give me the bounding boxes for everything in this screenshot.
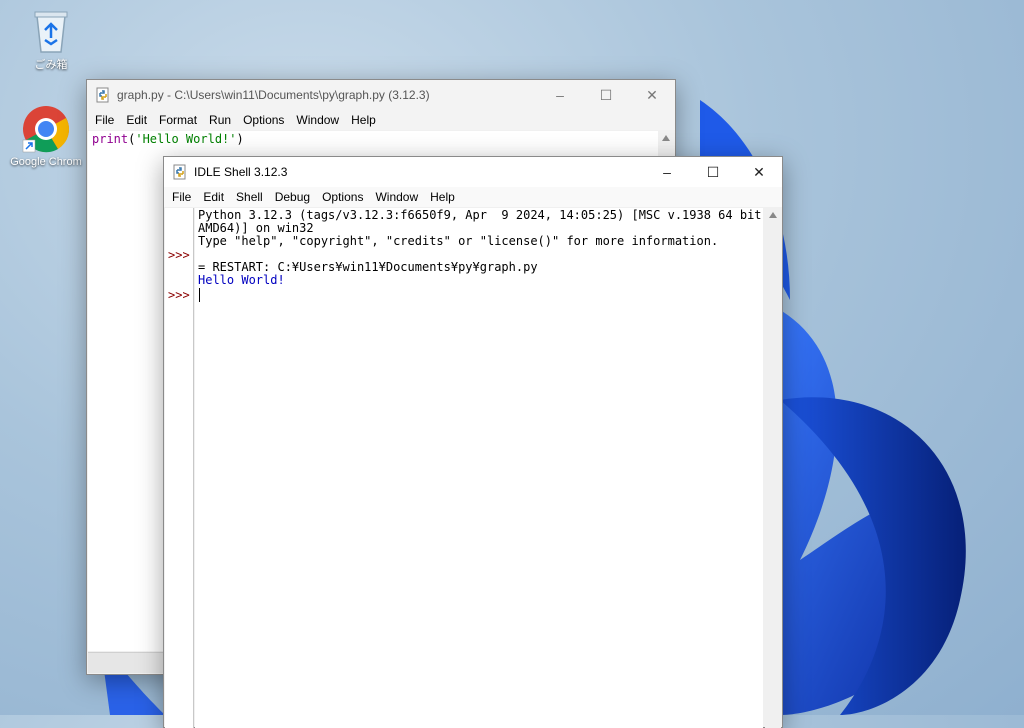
text-cursor	[199, 288, 200, 302]
recycle-bin-icon	[34, 11, 68, 53]
recycle-bin-label: ごみ箱	[34, 59, 68, 71]
scroll-up-icon[interactable]	[662, 135, 670, 141]
shell-output[interactable]: Python 3.12.3 (tags/v3.12.3:f6650f9, Apr…	[195, 208, 776, 728]
menu-window[interactable]: Window	[369, 187, 424, 207]
shell-window[interactable]: IDLE Shell 3.12.3 – ☐ ✕ File Edit Shell …	[163, 156, 783, 728]
shell-output-line: Hello World!	[198, 273, 285, 287]
code-keyword: print	[92, 132, 129, 146]
prompt-marker: >>>	[168, 248, 190, 262]
menu-options[interactable]: Options	[316, 187, 369, 207]
scroll-up-icon[interactable]	[769, 212, 777, 218]
menu-run[interactable]: Run	[203, 110, 237, 130]
code-line: print('Hello World!')	[92, 132, 244, 146]
menu-file[interactable]: File	[89, 110, 120, 130]
menu-shell[interactable]: Shell	[230, 187, 269, 207]
shell-titlebar[interactable]: IDLE Shell 3.12.3 – ☐ ✕	[164, 157, 782, 187]
menu-edit[interactable]: Edit	[120, 110, 153, 130]
shell-line: Type "help", "copyright", "credits" or "…	[198, 234, 719, 248]
shell-title: IDLE Shell 3.12.3	[194, 165, 288, 179]
shell-menubar: File Edit Shell Debug Options Window Hel…	[164, 187, 782, 207]
code-paren-close: )	[236, 132, 244, 146]
editor-titlebar[interactable]: graph.py - C:\Users\win11\Documents\py\g…	[87, 80, 675, 110]
minimize-button[interactable]: –	[644, 157, 690, 187]
chrome-icon	[22, 106, 70, 153]
menu-debug[interactable]: Debug	[269, 187, 316, 207]
desktop-icon-recycle-bin[interactable]: ごみ箱	[12, 8, 90, 72]
close-button[interactable]: ✕	[736, 157, 782, 187]
menu-help[interactable]: Help	[345, 110, 382, 130]
maximize-button[interactable]: ☐	[583, 80, 629, 110]
maximize-button[interactable]: ☐	[690, 157, 736, 187]
editor-title: graph.py - C:\Users\win11\Documents\py\g…	[117, 88, 430, 102]
code-string: 'Hello World!'	[135, 132, 237, 146]
menu-edit[interactable]: Edit	[197, 187, 230, 207]
minimize-button[interactable]: –	[537, 80, 583, 110]
menu-window[interactable]: Window	[290, 110, 345, 130]
prompt-sidebar: >>> >>>	[165, 208, 194, 728]
menu-file[interactable]: File	[166, 187, 197, 207]
menu-help[interactable]: Help	[424, 187, 461, 207]
menu-options[interactable]: Options	[237, 110, 290, 130]
desktop-icon-chrome[interactable]: Google Chrom	[6, 104, 86, 168]
prompt-marker: >>>	[168, 288, 190, 302]
chrome-label: Google Chrom	[10, 156, 82, 168]
python-shell-icon	[173, 164, 186, 180]
python-file-icon	[96, 87, 109, 103]
close-button[interactable]: ✕	[629, 80, 675, 110]
shell-scrollbar[interactable]	[765, 208, 781, 728]
editor-menubar: File Edit Format Run Options Window Help	[87, 110, 675, 130]
menu-format[interactable]: Format	[153, 110, 203, 130]
